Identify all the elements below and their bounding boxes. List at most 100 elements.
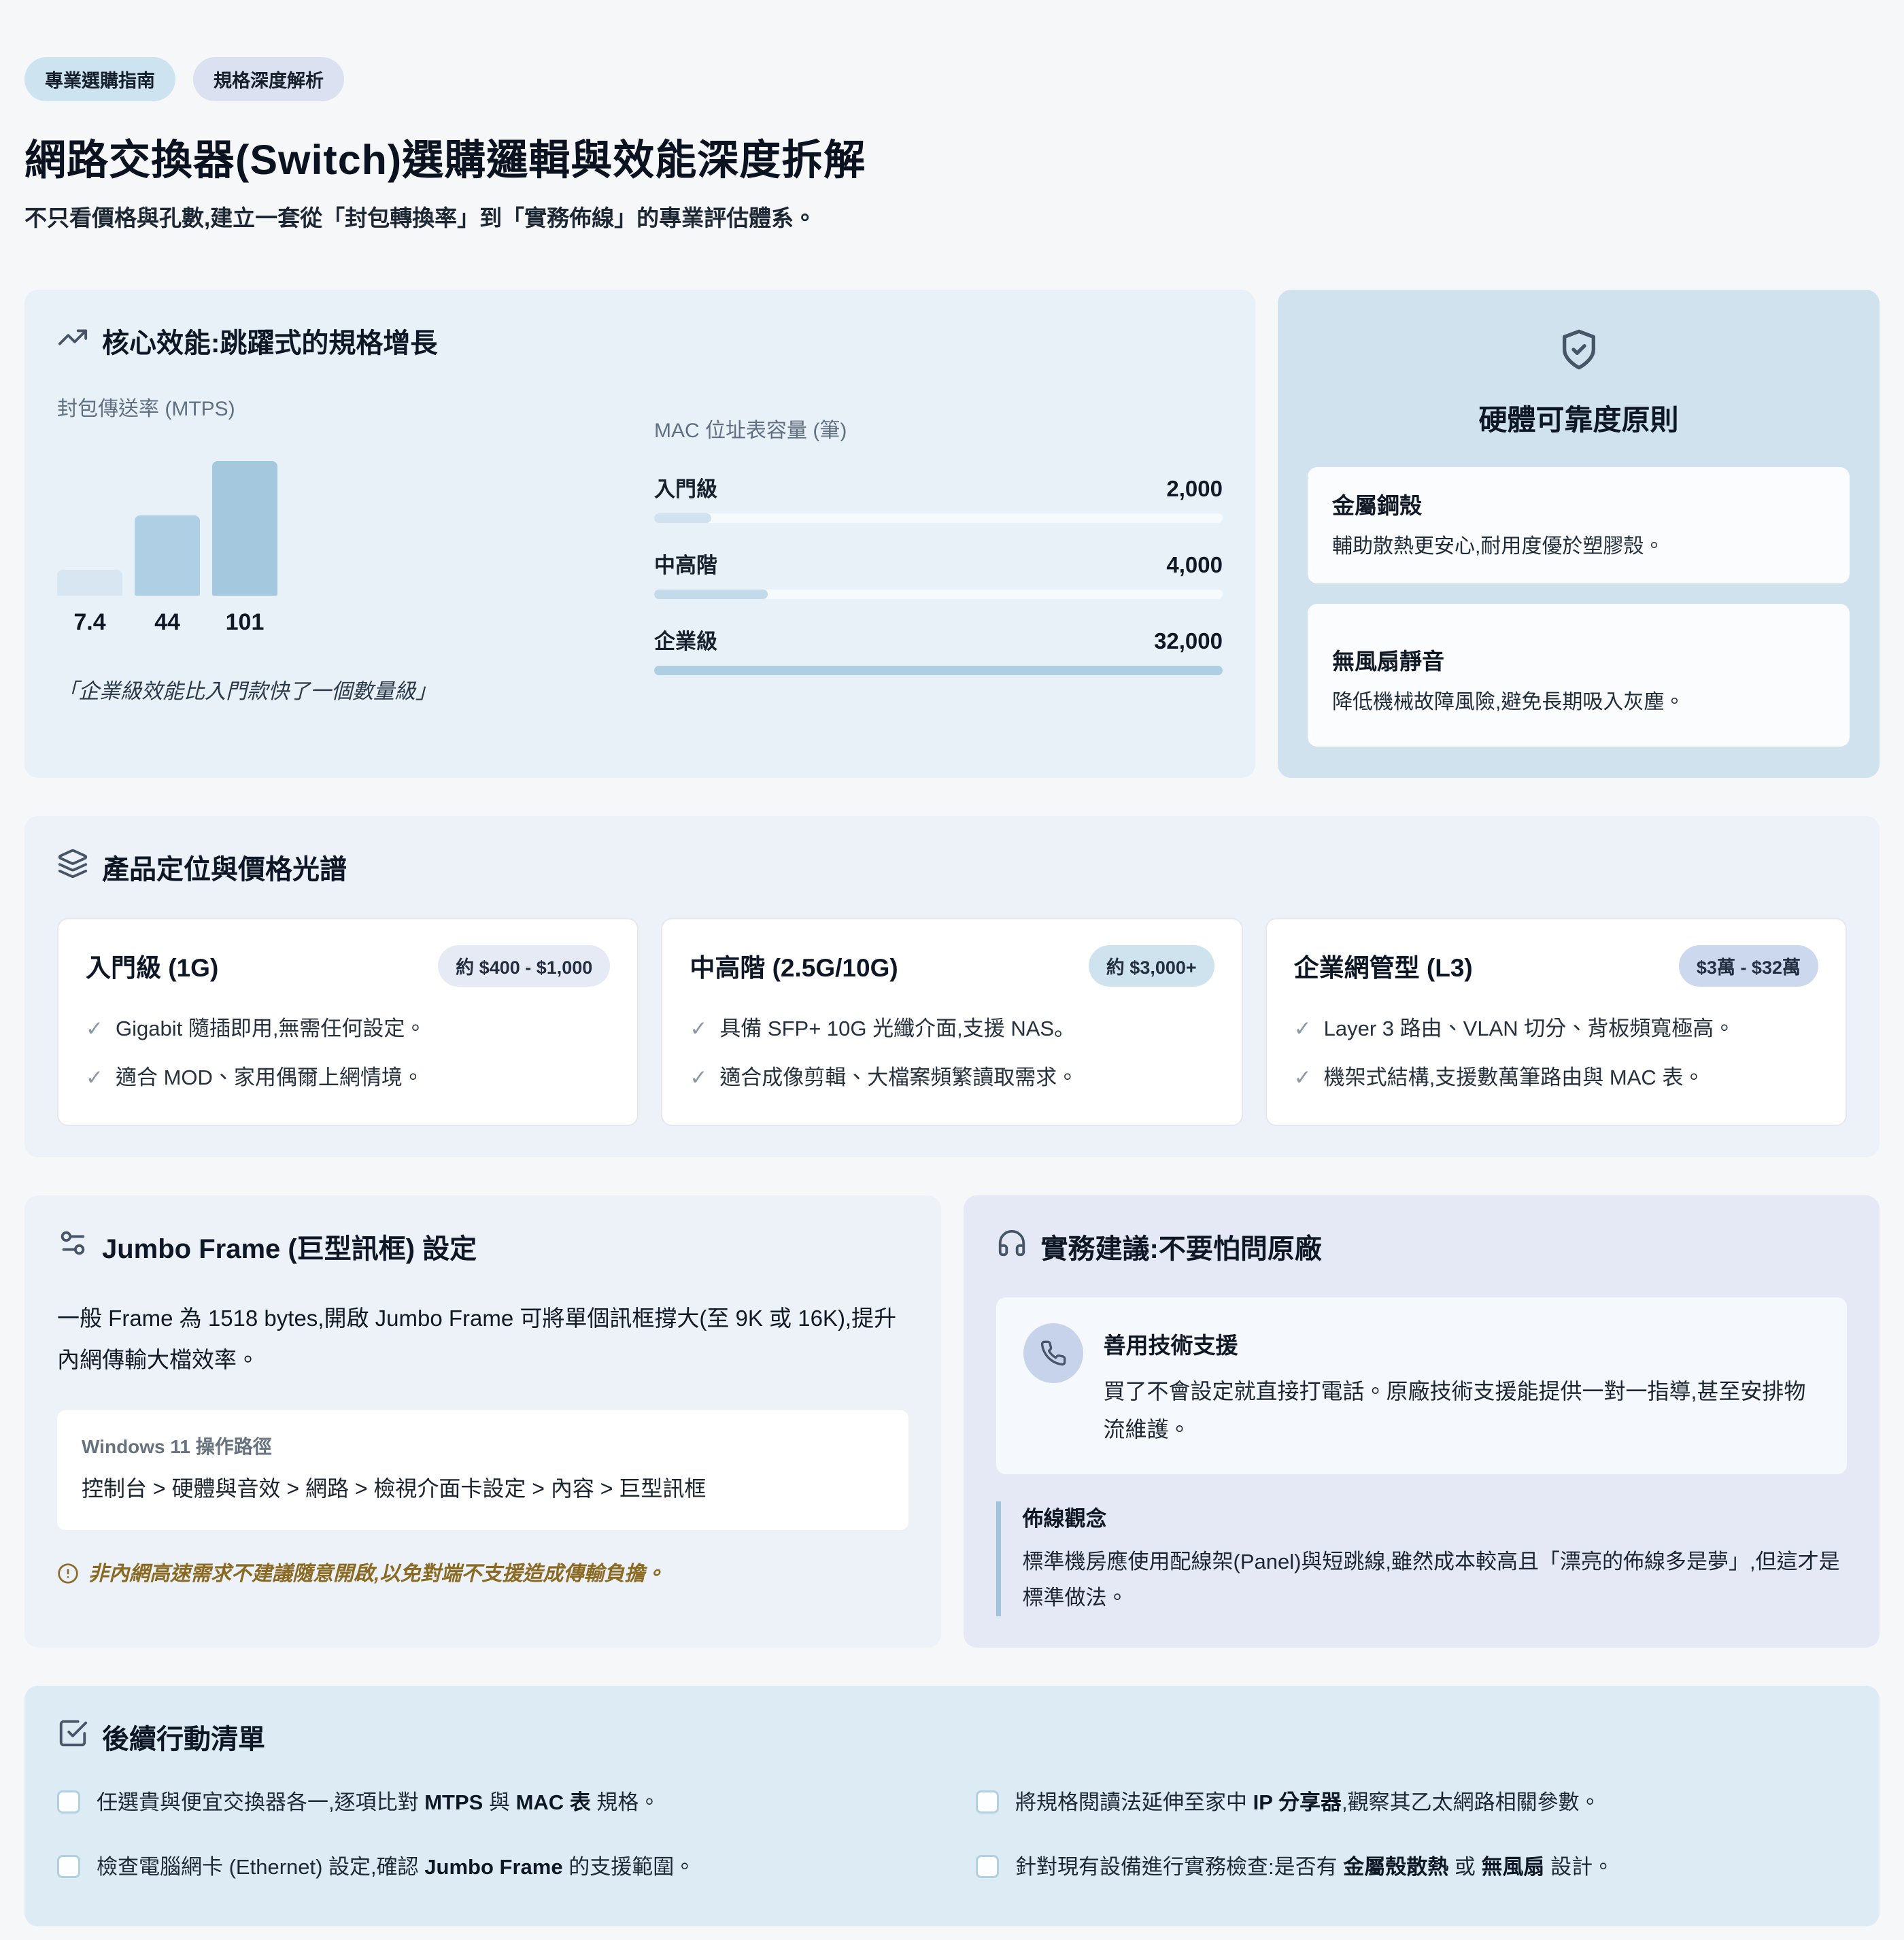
action-item-plain-text: 或	[1448, 1855, 1481, 1879]
action-item-plain-text: ,觀察其乙太網路相關參數。	[1342, 1790, 1601, 1814]
mac-row-track	[654, 590, 1223, 599]
action-item: 檢查電腦網卡 (Ethernet) 設定,確認 Jumbo Frame 的支援範…	[57, 1852, 928, 1883]
action-item: 將規格閱讀法延伸至家中 IP 分享器,觀察其乙太網路相關參數。	[976, 1788, 1847, 1818]
windows-path-box: Windows 11 操作路徑 控制台 > 硬體與音效 > 網路 > 檢視介面卡…	[57, 1410, 908, 1530]
positioning-grid: 入門級 (1G) 約 $400 - $1,000 ✓Gigabit 隨插即用,無…	[57, 918, 1847, 1127]
jumbo-frame-desc: 一般 Frame 為 1518 bytes,開啟 Jumbo Frame 可將單…	[57, 1297, 908, 1380]
action-checkbox[interactable]	[976, 1855, 999, 1878]
windows-path-label: Windows 11 操作路徑	[82, 1432, 884, 1459]
action-item-text: 將規格閱讀法延伸至家中 IP 分享器,觀察其乙太網路相關參數。	[1015, 1788, 1601, 1818]
check-icon: ✓	[86, 1063, 103, 1093]
action-item-text: 檢查電腦網卡 (Ethernet) 設定,確認 Jumbo Frame 的支援範…	[97, 1852, 695, 1883]
reliability-item-desc: 輔助散熱更安心,耐用度優於塑膠殼。	[1332, 531, 1825, 563]
action-list-header: 後續行動清單	[57, 1717, 1847, 1756]
reliability-item-title: 金屬鋼殼	[1332, 488, 1825, 520]
mtps-bar	[135, 515, 200, 596]
headphones-icon	[996, 1227, 1027, 1265]
product-feature: ✓ 具備 SFP+ 10G 光纖介面,支援 NAS。	[690, 1014, 1214, 1044]
action-checkbox[interactable]	[57, 1855, 80, 1878]
product-feature: ✓ 適合 MOD、家用偶爾上網情境。	[86, 1063, 610, 1093]
reliability-item-metal: 金屬鋼殼 輔助散熱更安心,耐用度優於塑膠殼。	[1308, 467, 1850, 583]
mac-row-value: 2,000	[1166, 476, 1223, 502]
core-performance-header: 核心效能:跳躍式的規格增長	[57, 321, 1223, 360]
product-card-mid: 中高階 (2.5G/10G) 約 $3,000+ ✓ 具備 SFP+ 10G 光纖…	[661, 918, 1242, 1127]
action-item-bold-text: 金屬殼散熱	[1343, 1855, 1448, 1879]
row-core: 核心效能:跳躍式的規格增長 封包傳送率 (MTPS) 7.444101 「企業級…	[24, 290, 1880, 778]
mtps-bar-value: 44	[135, 609, 200, 636]
action-item-plain-text: 規格。	[591, 1790, 660, 1814]
phone-icon	[1023, 1323, 1083, 1383]
action-item-plain-text: 與	[483, 1790, 515, 1814]
layers-icon	[57, 848, 88, 886]
product-feature: ✓ Layer 3 路由、VLAN 切分、背板頻寬極高。	[1294, 1014, 1818, 1044]
positioning-header: 產品定位與價格光譜	[57, 847, 1847, 887]
advice-header: 實務建議:不要怕問原廠	[996, 1227, 1848, 1266]
product-title: 入門級 (1G)	[86, 947, 218, 984]
product-card-head: 企業網管型 (L3) $3萬 - $32萬	[1294, 945, 1818, 987]
product-feature-text: Gigabit 隨插即用,無需任何設定。	[116, 1014, 426, 1044]
price-badge: 約 $3,000+	[1089, 945, 1214, 987]
action-list-card: 後續行動清單 任選貴與便宜交換器各一,逐項比對 MTPS 與 MAC 表 規格。…	[24, 1686, 1880, 1926]
reliability-item-desc: 降低機械故障風險,避免長期吸入灰塵。	[1332, 687, 1825, 719]
check-square-icon	[57, 1718, 88, 1756]
check-icon: ✓	[690, 1014, 707, 1044]
mac-row-fill	[654, 513, 711, 523]
jumbo-warning: 非內網高速需求不建議隨意開啟,以免對端不支援造成傳輸負擔。	[57, 1560, 908, 1593]
jumbo-frame-title: Jumbo Frame (巨型訊框) 設定	[102, 1227, 477, 1266]
action-checkbox[interactable]	[976, 1790, 999, 1814]
action-item: 任選貴與便宜交換器各一,逐項比對 MTPS 與 MAC 表 規格。	[57, 1788, 928, 1818]
mtps-bar-value: 7.4	[57, 609, 122, 636]
mac-row: 入門級2,000	[654, 472, 1223, 523]
mtps-bar	[212, 461, 277, 596]
action-item-text: 針對現有設備進行實務檢查:是否有 金屬殼散熱 或 無風扇 設計。	[1015, 1852, 1614, 1883]
action-item-bold-text: IP 分享器	[1253, 1790, 1342, 1814]
action-grid: 任選貴與便宜交換器各一,逐項比對 MTPS 與 MAC 表 規格。 將規格閱讀法…	[57, 1788, 1847, 1883]
core-grid: 封包傳送率 (MTPS) 7.444101 「企業級效能比入門款快了一個數量級」…	[57, 392, 1223, 704]
action-item-bold-text: 無風扇	[1481, 1855, 1544, 1879]
mtps-bar	[57, 570, 122, 596]
tech-support-desc: 買了不會設定就直接打電話。原廠技術支援能提供一對一指導,甚至安排物流維護。	[1104, 1372, 1820, 1448]
action-item-plain-text: 設計。	[1544, 1855, 1614, 1879]
action-item-text: 任選貴與便宜交換器各一,逐項比對 MTPS 與 MAC 表 規格。	[97, 1788, 660, 1818]
reliability-item-fanless: 無風扇靜音 降低機械故障風險,避免長期吸入灰塵。	[1308, 604, 1850, 747]
product-feature: ✓Gigabit 隨插即用,無需任何設定。	[86, 1014, 610, 1044]
product-card-head: 中高階 (2.5G/10G) 約 $3,000+	[690, 945, 1214, 987]
product-feature-text: 機架式結構,支援數萬筆路由與 MAC 表。	[1324, 1063, 1705, 1093]
mac-row: 中高階4,000	[654, 548, 1223, 599]
product-feature-text: 適合 MOD、家用偶爾上網情境。	[116, 1063, 424, 1093]
positioning-title: 產品定位與價格光譜	[102, 847, 347, 887]
alert-circle-icon	[57, 1560, 79, 1593]
jumbo-warning-text: 非內網高速需求不建議隨意開啟,以免對端不支援造成傳輸負擔。	[88, 1560, 665, 1588]
shield-check-icon	[1308, 328, 1850, 371]
action-item-plain-text: 將規格閱讀法延伸至家中	[1015, 1790, 1253, 1814]
mtps-quote: 「企業級效能比入門款快了一個數量級」	[57, 674, 607, 704]
action-item-plain-text: 的支援範圍。	[563, 1855, 696, 1879]
mac-rows: 入門級2,000中高階4,000企業級32,000	[654, 472, 1223, 675]
mac-chart-label: MAC 位址表容量 (筆)	[654, 413, 1223, 443]
check-icon: ✓	[1294, 1014, 1312, 1044]
windows-path-text: 控制台 > 硬體與音效 > 網路 > 檢視介面卡設定 > 內容 > 巨型訊框	[82, 1471, 884, 1503]
action-item-plain-text: 檢查電腦網卡 (Ethernet) 設定,確認	[97, 1855, 424, 1879]
mtps-bar-values: 7.4 44 101	[57, 609, 607, 636]
mtps-bar-value: 101	[212, 609, 277, 636]
trending-up-icon	[57, 322, 88, 360]
mac-row-value: 32,000	[1154, 628, 1223, 654]
product-feature-text: 具備 SFP+ 10G 光纖介面,支援 NAS。	[719, 1014, 1075, 1044]
mac-row-fill	[654, 666, 1223, 675]
tech-support-title: 善用技術支援	[1104, 1327, 1820, 1360]
product-feature: ✓機架式結構,支援數萬筆路由與 MAC 表。	[1294, 1063, 1818, 1093]
advice-card: 實務建議:不要怕問原廠 善用技術支援 買了不會設定就直接打電話。原廠技術支援能提…	[964, 1195, 1880, 1647]
jumbo-frame-header: Jumbo Frame (巨型訊框) 設定	[57, 1227, 908, 1266]
jumbo-frame-card: Jumbo Frame (巨型訊框) 設定 一般 Frame 為 1518 by…	[24, 1195, 941, 1647]
reliability-item-title: 無風扇靜音	[1332, 643, 1825, 676]
tech-support-content: 善用技術支援 買了不會設定就直接打電話。原廠技術支援能提供一對一指導,甚至安排物…	[1104, 1323, 1820, 1448]
product-feature-text: Layer 3 路由、VLAN 切分、背板頻寬極高。	[1324, 1014, 1735, 1044]
check-icon: ✓	[690, 1063, 707, 1093]
mtps-chart: 封包傳送率 (MTPS) 7.444101 「企業級效能比入門款快了一個數量級」	[57, 392, 607, 704]
page-subtitle: 不只看價格與孔數,建立一套從「封包轉換率」到「實務佈線」的專業評估體系。	[24, 200, 1880, 233]
action-checkbox[interactable]	[57, 1790, 80, 1814]
product-feature-text: 適合成像剪輯、大檔案頻繁讀取需求。	[719, 1063, 1078, 1093]
page: 專業選購指南 規格深度解析 網路交換器(Switch)選購邏輯與效能深度拆解 不…	[24, 0, 1880, 1926]
action-item-plain-text: 任選貴與便宜交換器各一,逐項比對	[97, 1790, 424, 1814]
core-performance-title: 核心效能:跳躍式的規格增長	[102, 321, 437, 360]
